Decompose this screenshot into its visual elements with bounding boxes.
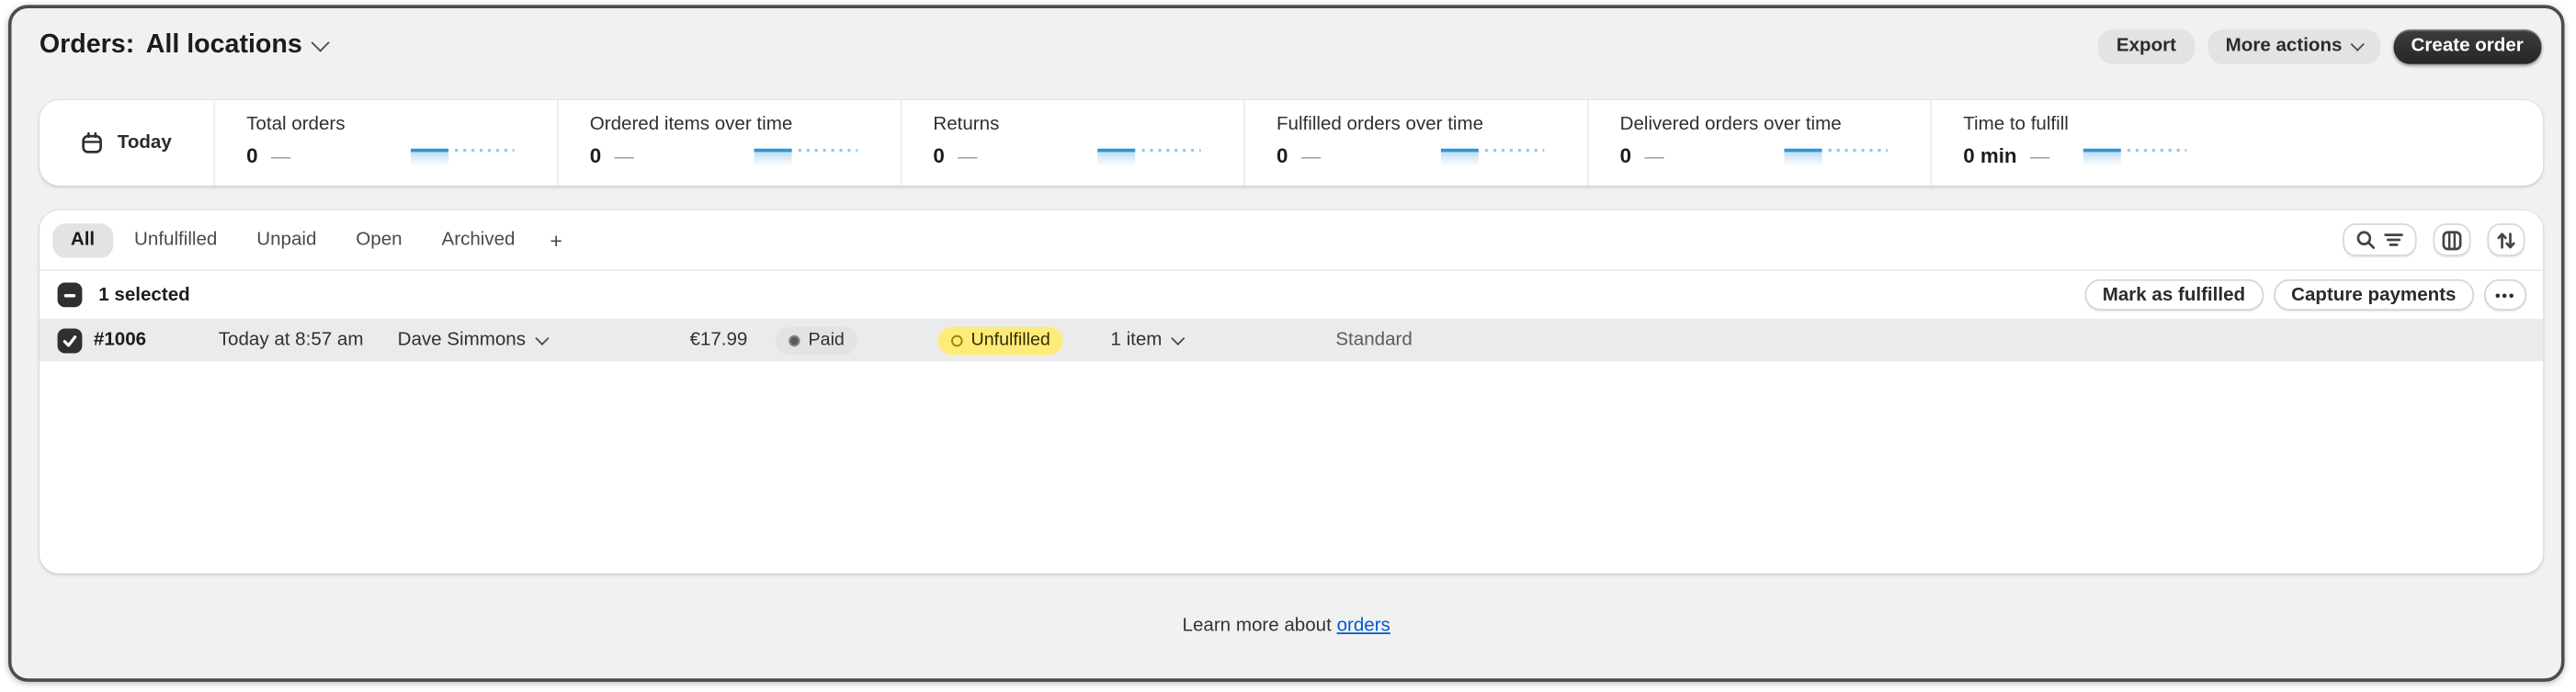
customer-name: Dave Simmons <box>398 330 526 349</box>
search-and-filter-button[interactable] <box>2343 223 2416 256</box>
page-title[interactable]: Orders: All locations <box>40 31 327 61</box>
open-ring-icon <box>951 335 963 346</box>
metric-total-orders[interactable]: Total orders 0 — <box>215 100 559 186</box>
sparkline-chart <box>1784 143 1888 168</box>
sort-button[interactable] <box>2487 223 2525 256</box>
order-number[interactable]: #1006 <box>94 330 219 349</box>
metric-trend-dash: — <box>2030 143 2049 166</box>
fulfillment-status-cell: Unfulfilled <box>938 326 1111 354</box>
analytics-bar: Today Total orders 0 — Ordered items ove… <box>40 100 2543 186</box>
sort-icon <box>2495 229 2516 250</box>
date-range-picker[interactable]: Today <box>40 100 215 186</box>
chevron-down-icon <box>2350 37 2364 51</box>
metric-trend-dash: — <box>1301 143 1321 166</box>
metric-ordered-items[interactable]: Ordered items over time 0 — <box>559 100 902 186</box>
edit-columns-button[interactable] <box>2433 223 2470 256</box>
chevron-down-icon <box>311 33 329 51</box>
metric-value: 0 <box>933 143 944 166</box>
metric-label: Ordered items over time <box>590 115 901 134</box>
capture-payments-button[interactable]: Capture payments <box>2273 279 2474 311</box>
order-items[interactable]: 1 item <box>1110 330 1335 349</box>
tab-unfulfilled[interactable]: Unfulfilled <box>116 222 235 257</box>
items-count-label: 1 item <box>1110 330 1162 349</box>
metric-time-to-fulfill[interactable]: Time to fulfill 0 min — <box>1932 100 2543 186</box>
metric-trend-dash: — <box>614 143 633 166</box>
payment-status-badge: Paid <box>776 326 857 354</box>
table-empty-area <box>40 361 2543 573</box>
orders-page-window: Orders: All locations Export More action… <box>8 5 2565 682</box>
mark-as-fulfilled-button[interactable]: Mark as fulfilled <box>2084 279 2264 311</box>
metric-label: Delivered orders over time <box>1620 115 1931 134</box>
metric-trend-dash: — <box>958 143 977 166</box>
chevron-down-icon <box>1172 331 1186 345</box>
tab-open[interactable]: Open <box>338 222 421 257</box>
orders-table-card: All Unfulfilled Unpaid Open Archived + <box>40 210 2543 573</box>
metric-label: Returns <box>933 115 1243 134</box>
sparkline-chart <box>411 143 515 168</box>
metric-trend-dash: — <box>1644 143 1663 166</box>
search-icon <box>2355 230 2375 249</box>
header-actions: Export More actions Create order <box>2098 28 2541 63</box>
add-view-button[interactable]: + <box>537 222 576 257</box>
filled-dot-icon <box>789 335 800 346</box>
calendar-icon <box>81 131 104 154</box>
page-footer: Learn more about orders <box>12 616 2561 635</box>
more-actions-button[interactable]: More actions <box>2207 28 2380 63</box>
fulfillment-status-label: Unfulfilled <box>970 330 1050 349</box>
metric-value: 0 min <box>1963 143 2016 166</box>
export-button[interactable]: Export <box>2098 28 2194 63</box>
table-row[interactable]: #1006 Today at 8:57 am Dave Simmons €17.… <box>40 319 2543 361</box>
payment-status-cell: Paid <box>776 326 938 354</box>
indeterminate-icon <box>64 293 76 297</box>
tab-unpaid[interactable]: Unpaid <box>239 222 335 257</box>
filter-tabs-bar: All Unfulfilled Unpaid Open Archived + <box>40 210 2543 271</box>
metric-returns[interactable]: Returns 0 — <box>902 100 1245 186</box>
metric-label: Total orders <box>246 115 557 134</box>
create-order-button[interactable]: Create order <box>2393 28 2542 63</box>
orders-help-link[interactable]: orders <box>1337 616 1390 635</box>
tab-archived[interactable]: Archived <box>424 222 533 257</box>
payment-status-label: Paid <box>809 330 845 349</box>
metric-value: 0 <box>1277 143 1288 166</box>
select-all-checkbox[interactable] <box>58 282 83 307</box>
sparkline-chart <box>1097 143 1201 168</box>
selected-count-label: 1 selected <box>98 285 189 304</box>
filter-icon <box>2384 230 2403 249</box>
metric-delivered-orders[interactable]: Delivered orders over time 0 — <box>1589 100 1933 186</box>
sparkline-chart <box>755 143 858 168</box>
order-customer[interactable]: Dave Simmons <box>398 330 613 349</box>
fulfillment-status-badge: Unfulfilled <box>938 326 1063 354</box>
row-checkbox[interactable] <box>58 328 83 353</box>
footer-text: Learn more about <box>1183 616 1332 635</box>
metric-fulfilled-orders[interactable]: Fulfilled orders over time 0 — <box>1245 100 1589 186</box>
page-title-orders: Orders: <box>40 31 134 61</box>
check-icon <box>61 331 79 349</box>
metric-label: Time to fulfill <box>1963 115 2543 134</box>
order-total: €17.99 <box>613 330 748 349</box>
delivery-method: Standard <box>1335 330 2543 349</box>
page: Orders: All locations Export More action… <box>0 0 2576 692</box>
metric-value: 0 <box>590 143 601 166</box>
sparkline-chart <box>1441 143 1545 168</box>
chevron-down-icon <box>535 331 549 345</box>
metric-label: Fulfilled orders over time <box>1277 115 1587 134</box>
order-date: Today at 8:57 am <box>219 330 398 349</box>
tab-all[interactable]: All <box>52 222 113 257</box>
columns-icon <box>2441 229 2462 250</box>
metric-trend-dash: — <box>271 143 290 166</box>
metric-value: 0 <box>1620 143 1631 166</box>
date-range-label: Today <box>118 133 172 153</box>
sparkline-chart <box>2082 143 2186 168</box>
metric-value: 0 <box>246 143 257 166</box>
bulk-actions-bar: 1 selected Mark as fulfilled Capture pay… <box>40 271 2543 319</box>
page-header: Orders: All locations Export More action… <box>40 25 2542 67</box>
location-selector-value: All locations <box>146 31 302 61</box>
more-bulk-actions-button[interactable]: ••• <box>2484 279 2526 311</box>
more-actions-label: More actions <box>2226 36 2343 55</box>
